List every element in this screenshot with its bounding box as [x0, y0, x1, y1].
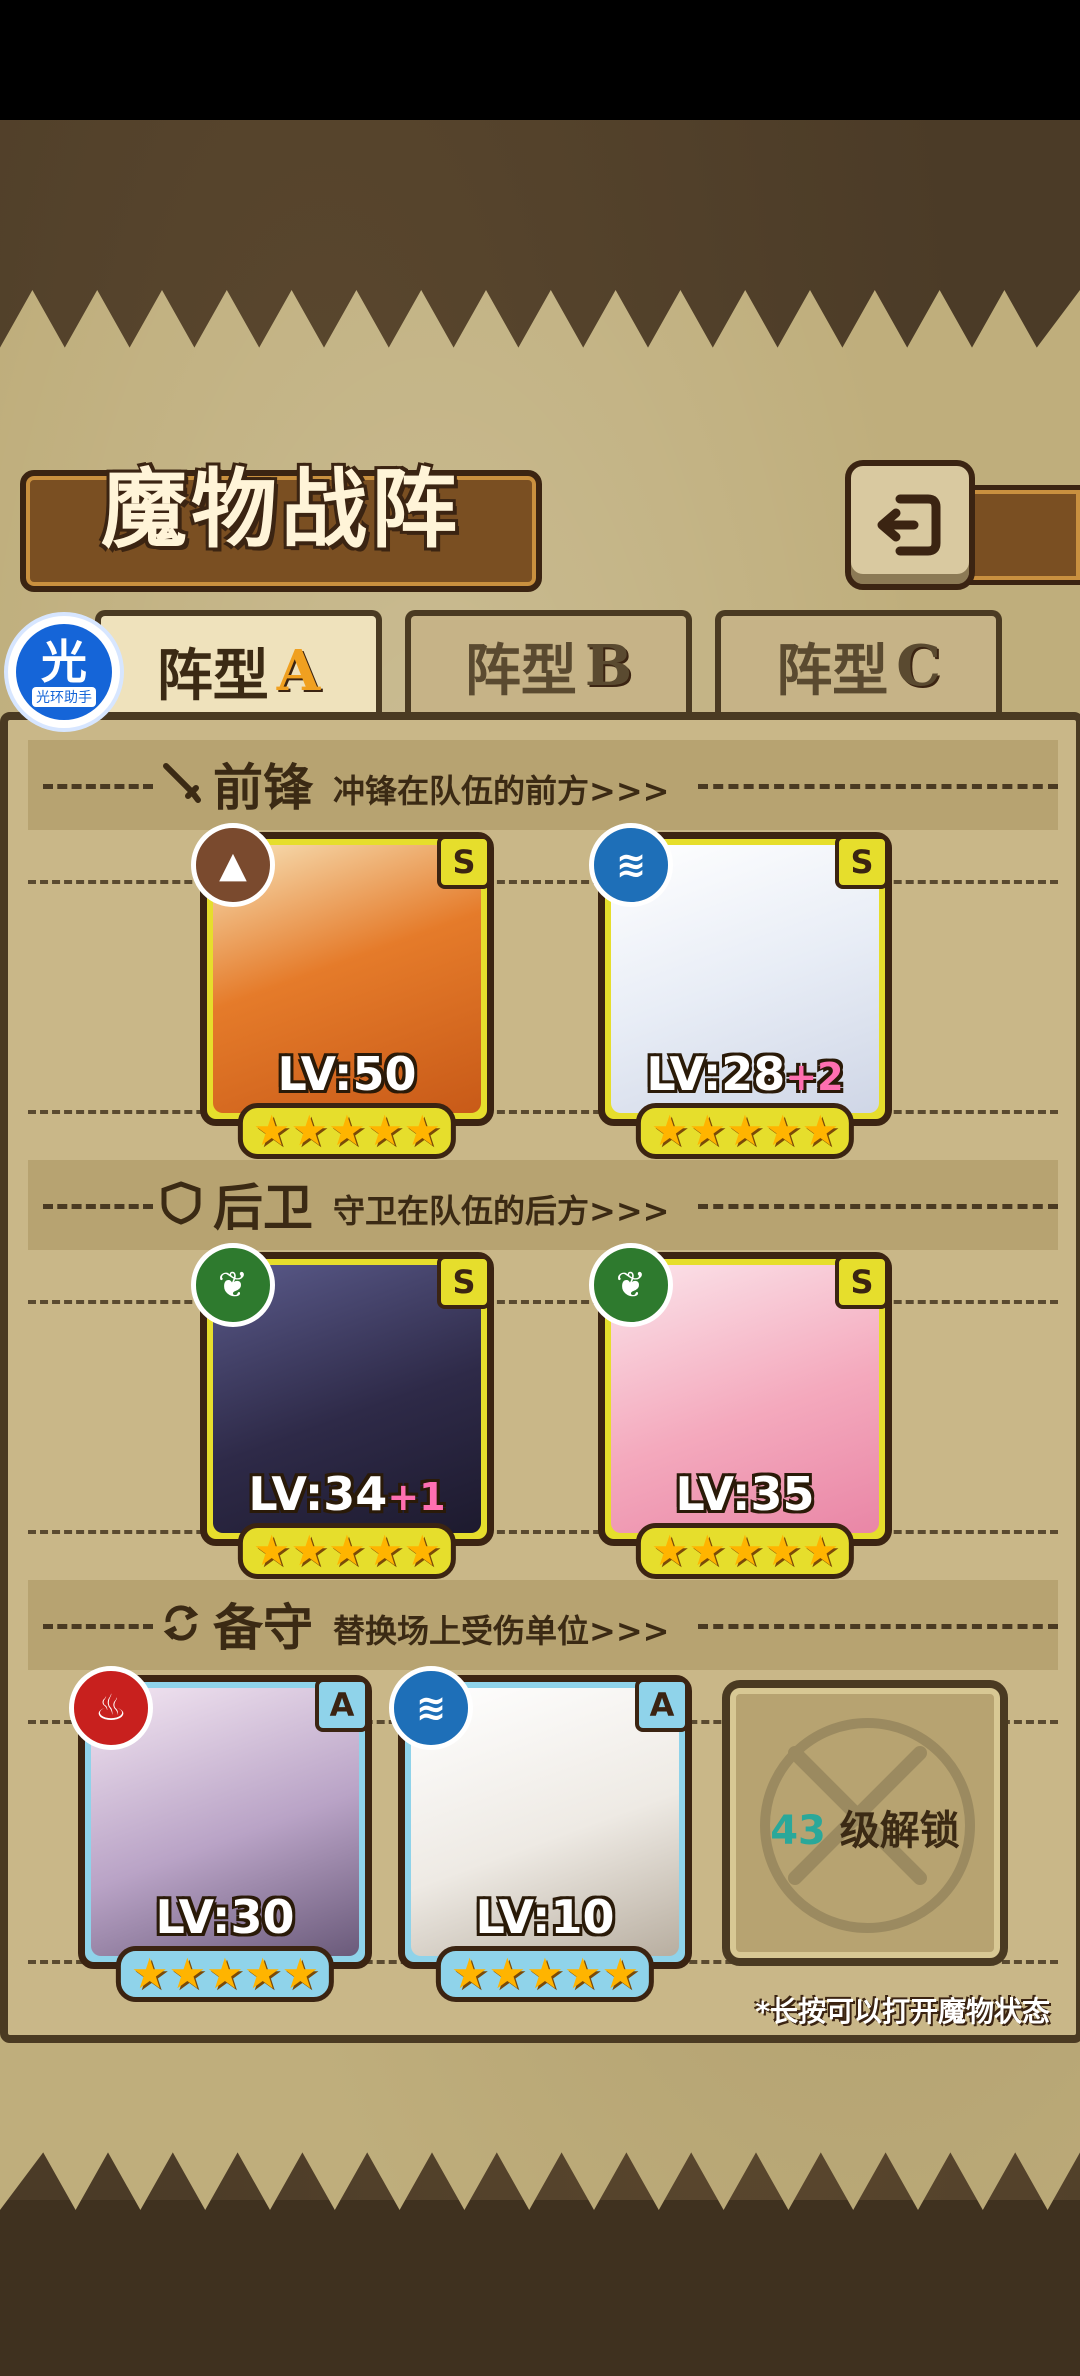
helper-label: 光环助手: [32, 687, 96, 707]
swap-icon: [163, 1605, 199, 1641]
section-title: 备守: [213, 1598, 313, 1657]
star-rating: ★★★★★: [237, 1523, 457, 1579]
level-plus: +1: [387, 1475, 446, 1519]
back-section-header: 后卫 守卫在队伍的后方>>>: [28, 1160, 1058, 1250]
tab-label: 阵型: [156, 642, 269, 709]
water-icon: ≋: [389, 1666, 473, 1750]
reserve-section-header: 备守 替换场上受伤单位>>>: [28, 1580, 1058, 1670]
level-text: LV:10: [475, 1890, 615, 1944]
tab-letter: C: [896, 633, 941, 699]
rank-badge: A: [315, 1678, 369, 1732]
unlock-requirement: 43 级解锁: [730, 1798, 1000, 1856]
section-title: 后卫: [213, 1178, 313, 1237]
unlock-level: 43: [770, 1808, 826, 1854]
formation-tabs: 阵型 A 阵型 B 阵型 C: [95, 610, 1055, 726]
tab-formation-c[interactable]: 阵型 C: [715, 610, 1002, 716]
sword-icon: [163, 763, 201, 803]
front-section-header: 前锋 冲锋在队伍的前方>>>: [28, 740, 1058, 830]
helper-logo: 光 光环助手: [16, 624, 112, 720]
monster-card-back-1[interactable]: S ❦ LV:34+1 ★★★★★: [191, 1243, 494, 1579]
monster-card-front-1[interactable]: S ▲ LV:50 ★★★★★: [191, 823, 494, 1159]
fire-icon: ♨: [69, 1666, 153, 1750]
unlock-label: 级解锁: [839, 1808, 960, 1854]
star-rating: ★★★★★: [635, 1523, 855, 1579]
rank-badge: S: [835, 1255, 889, 1309]
monster-level: LV:10: [405, 1890, 685, 1944]
section-subtitle: 守卫在队伍的后方>>>: [333, 1192, 670, 1230]
monster-level: LV:50: [207, 1047, 487, 1101]
level-text: LV:34: [248, 1467, 388, 1521]
shield-icon: [161, 1181, 201, 1225]
section-title: 前锋: [213, 758, 313, 817]
locked-slot[interactable]: 43 级解锁: [722, 1680, 1008, 1966]
monster-card-reserve-1[interactable]: A ♨ LV:30 ★★★★★: [69, 1666, 372, 2002]
monster-card-reserve-2[interactable]: A ≋ LV:10 ★★★★★: [389, 1666, 692, 2002]
section-subtitle: 替换场上受伤单位>>>: [333, 1612, 670, 1650]
page-title: 魔物战阵: [101, 458, 461, 560]
tab-formation-b[interactable]: 阵型 B: [405, 610, 692, 716]
title-plaque: 魔物战阵: [20, 459, 542, 592]
monster-level: LV:28+2: [605, 1047, 885, 1101]
leaf-icon: ❦: [191, 1243, 275, 1327]
tab-letter: B: [584, 633, 633, 699]
star-rating: ★★★★★: [237, 1103, 457, 1159]
tab-formation-a[interactable]: 阵型 A: [95, 610, 382, 726]
section-subtitle: 冲锋在队伍的前方>>>: [333, 772, 670, 810]
tab-letter: A: [276, 638, 321, 704]
water-icon: ≋: [589, 823, 673, 907]
star-rating: ★★★★★: [435, 1946, 655, 2002]
status-bar: [0, 0, 1080, 120]
rank-badge: S: [437, 835, 491, 889]
level-text: LV:28: [646, 1047, 786, 1101]
tab-label: 阵型: [776, 637, 889, 704]
level-plus: +2: [785, 1055, 844, 1099]
helper-glyph: 光: [41, 635, 87, 689]
monster-level: LV:35: [605, 1467, 885, 1521]
star-rating: ★★★★★: [115, 1946, 335, 2002]
star-rating: ★★★★★: [635, 1103, 855, 1159]
return-icon: [877, 494, 941, 556]
level-text: LV:30: [155, 1890, 295, 1944]
level-text: LV:35: [675, 1467, 815, 1521]
rank-badge: S: [437, 1255, 491, 1309]
tab-label: 阵型: [464, 637, 577, 704]
leaf-icon: ❦: [589, 1243, 673, 1327]
earth-icon: ▲: [191, 823, 275, 907]
monster-level: LV:30: [85, 1890, 365, 1944]
back-button-arm: [960, 485, 1080, 585]
helper-floating-button[interactable]: 光 光环助手: [4, 612, 124, 732]
rank-badge: S: [835, 835, 889, 889]
monster-card-front-2[interactable]: S ≋ LV:28+2 ★★★★★: [589, 823, 892, 1159]
rank-badge: A: [635, 1678, 689, 1732]
back-button[interactable]: [845, 460, 975, 590]
monster-level: LV:34+1: [207, 1467, 487, 1521]
hint-text: *长按可以打开魔物状态: [755, 1995, 1050, 2028]
bottom-background: [0, 2200, 1080, 2376]
level-text: LV:50: [277, 1047, 417, 1101]
monster-card-back-2[interactable]: S ❦ LV:35 ★★★★★: [589, 1243, 892, 1579]
